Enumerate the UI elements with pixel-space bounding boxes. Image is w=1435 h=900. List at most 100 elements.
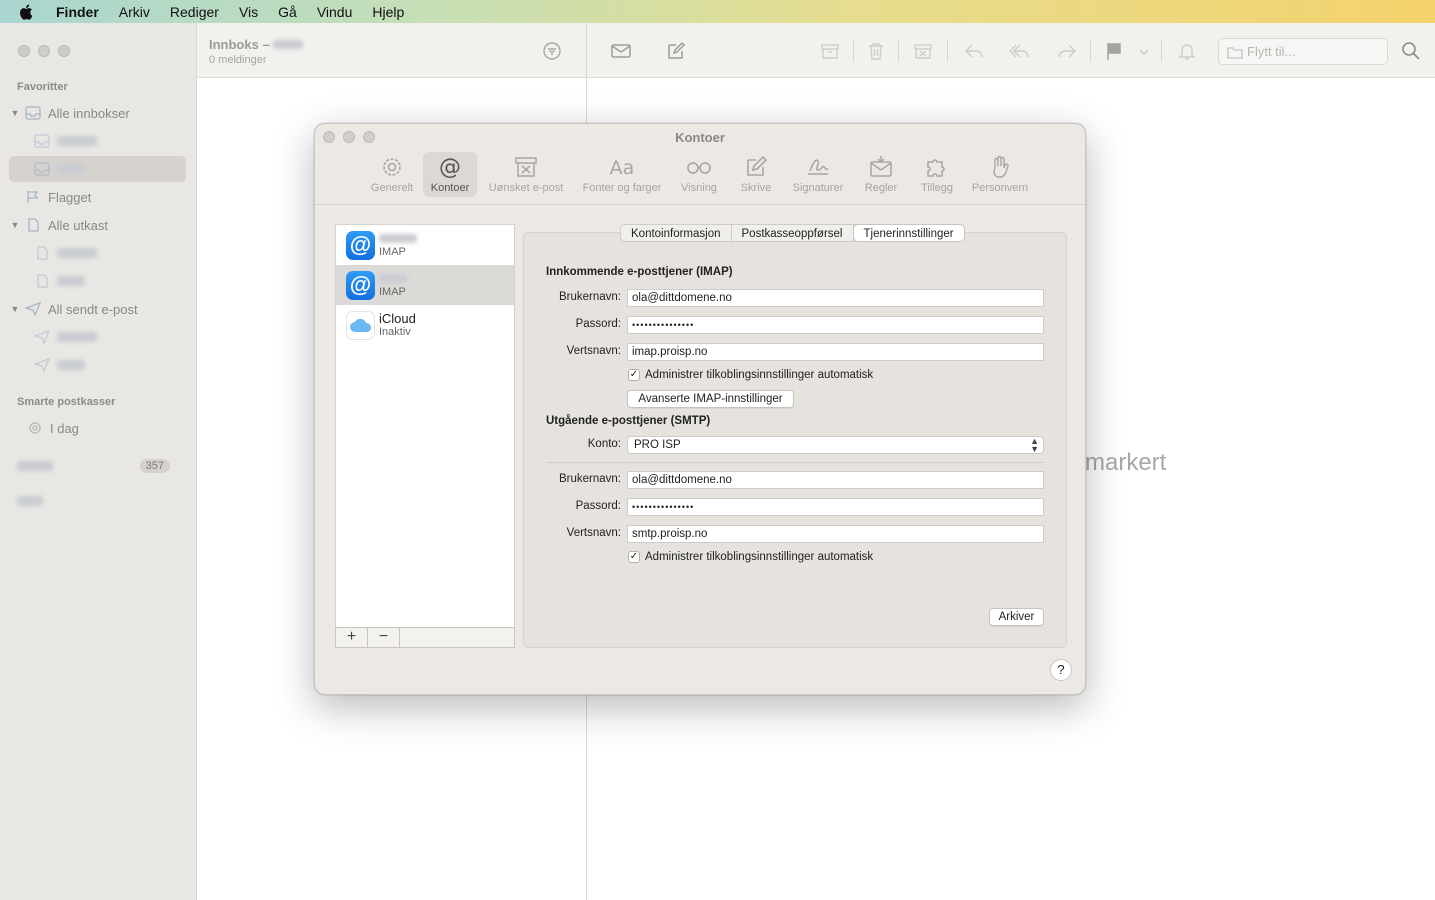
save-button[interactable]: Arkiver [989, 608, 1044, 626]
bell-icon[interactable] [1176, 40, 1198, 62]
advanced-imap-button[interactable]: Avanserte IMAP-innstillinger [627, 390, 794, 408]
chevron-down-icon[interactable]: ▼ [9, 304, 21, 314]
junk-icon [515, 157, 537, 177]
sidebar-item-all-drafts[interactable]: ▼ Alle utkast [9, 212, 186, 238]
sidebar-item-all-inboxes[interactable]: ▼ Alle innbokser [9, 100, 186, 126]
checkmark-icon[interactable]: ✓ [628, 551, 640, 563]
menu-hjelp[interactable]: Hjelp [372, 4, 404, 20]
incoming-host-field[interactable]: imap.proisp.no [627, 343, 1044, 361]
paper-plane-icon [34, 330, 50, 344]
account-type: IMAP [379, 246, 406, 258]
sidebar-item-draft-1[interactable] [9, 240, 186, 266]
forward-icon[interactable] [1056, 40, 1078, 62]
tab-regler[interactable]: Regler [859, 152, 903, 197]
sidebar-item-account-1[interactable]: 357 [9, 453, 186, 479]
sidebar-item-draft-2[interactable] [9, 268, 186, 294]
blurred-account-name [57, 248, 97, 258]
filter-icon[interactable] [542, 41, 562, 61]
outgoing-auto-manage-checkbox[interactable]: ✓ Administrer tilkoblingsinnstillinger a… [628, 551, 873, 563]
sidebar-item-sent-2[interactable] [9, 352, 186, 378]
account-row[interactable]: @ IMAP [336, 225, 514, 265]
toolbar-separator [1090, 40, 1091, 62]
chevron-down-icon[interactable]: ▼ [9, 108, 21, 118]
incoming-password-field[interactable]: ••••••••••••••• [627, 316, 1044, 334]
sidebar-item-label: Alle utkast [48, 217, 108, 233]
sidebar-item-all-sent[interactable]: ▼ All sendt e-post [9, 296, 186, 322]
apple-icon[interactable] [18, 3, 36, 21]
envelope-icon[interactable] [610, 40, 632, 62]
sidebar-item-sent-1[interactable] [9, 324, 186, 350]
tab-uonsket[interactable]: Uønsket e-post [483, 152, 569, 197]
outgoing-host-field[interactable]: smtp.proisp.no [627, 525, 1044, 543]
tab-skrive[interactable]: Skrive [735, 152, 777, 197]
menu-rediger[interactable]: Rediger [170, 4, 219, 20]
inbox-icon [34, 162, 50, 176]
at-icon: @ [439, 155, 461, 180]
incoming-username-field[interactable]: ola@dittdomene.no [627, 289, 1044, 307]
junk-icon[interactable] [912, 40, 934, 62]
reply-all-icon[interactable] [1009, 40, 1031, 62]
menu-finder[interactable]: Finder [56, 4, 99, 20]
account-row-icloud[interactable]: iCloud Inaktiv [336, 305, 514, 345]
tab-generelt[interactable]: Generelt [367, 152, 417, 197]
blurred-account-name [57, 360, 85, 370]
chevron-down-icon[interactable]: ▼ [9, 220, 21, 230]
smtp-account-select[interactable]: PRO ISP ▲ ▼ [627, 436, 1044, 454]
zoom-button[interactable] [58, 45, 70, 57]
tab-fonter-og-farger[interactable]: Aa Fonter og farger [577, 152, 667, 197]
accounts-list: @ IMAP @ IMAP iCloud Inaktiv [335, 224, 515, 628]
sidebar-item-inbox-2[interactable] [9, 156, 186, 182]
flag-icon[interactable] [1103, 40, 1125, 62]
help-button[interactable]: ? [1050, 659, 1072, 681]
account-type: Inaktiv [379, 326, 411, 338]
archive-icon[interactable] [819, 40, 841, 62]
account-row-selected[interactable]: @ IMAP [336, 265, 514, 305]
remove-account-button[interactable]: − [368, 628, 400, 647]
blurred-account-name [17, 496, 43, 506]
incoming-auto-manage-checkbox[interactable]: ✓ Administrer tilkoblingsinnstillinger a… [628, 369, 873, 381]
incoming-auto-manage-label: Administrer tilkoblingsinnstillinger aut… [645, 369, 874, 381]
tab-kontoer[interactable]: @ Kontoer [423, 152, 477, 197]
account-name [379, 271, 407, 286]
search-icon[interactable] [1400, 40, 1422, 62]
sidebar-item-inbox-1[interactable] [9, 128, 186, 154]
hand-icon [993, 155, 1009, 178]
outgoing-username-label: Brukernavn: [558, 473, 621, 485]
tab-personvern[interactable]: Personvern [969, 152, 1031, 197]
tab-tillegg[interactable]: Tillegg [915, 152, 959, 197]
blurred-account-name [57, 136, 97, 146]
tab-postkasseoppforsel[interactable]: Postkasseoppførsel [732, 225, 854, 241]
sidebar-item-account-2[interactable] [9, 488, 186, 514]
tab-label: Visning [681, 182, 717, 194]
sidebar-item-label: All sendt e-post [48, 301, 138, 317]
menu-ga[interactable]: Gå [278, 4, 297, 20]
minimize-button[interactable] [38, 45, 50, 57]
inbox-icon [25, 106, 41, 120]
close-button[interactable] [18, 45, 30, 57]
reply-icon[interactable] [963, 40, 985, 62]
add-account-button[interactable]: + [336, 628, 368, 647]
menu-vis[interactable]: Vis [239, 4, 258, 20]
tab-kontoinformasjon[interactable]: Kontoinformasjon [621, 225, 732, 241]
rules-icon [870, 156, 892, 177]
trash-icon[interactable] [865, 40, 887, 62]
tab-signaturer[interactable]: Signaturer [787, 152, 849, 197]
move-to-field[interactable]: Flytt til... [1218, 38, 1388, 65]
window-controls [18, 45, 70, 57]
sidebar-item-today[interactable]: I dag [9, 415, 186, 441]
incoming-password-label: Passord: [575, 318, 621, 330]
outgoing-username-field[interactable]: ola@dittdomene.no [627, 471, 1044, 489]
dialog-title: Kontoer [675, 130, 725, 145]
menu-vindu[interactable]: Vindu [317, 4, 353, 20]
chevron-down-icon[interactable] [1137, 40, 1151, 62]
fonts-icon: Aa [610, 157, 635, 179]
toolbar-separator [898, 40, 899, 62]
svg-text:Aa: Aa [610, 157, 635, 179]
sidebar-item-flagged[interactable]: Flagget [9, 184, 186, 210]
tab-visning[interactable]: Visning [677, 152, 721, 197]
compose-icon[interactable] [665, 40, 687, 62]
tab-tjenerinnstillinger[interactable]: Tjenerinnstillinger [853, 225, 964, 241]
checkmark-icon[interactable]: ✓ [628, 369, 640, 381]
menu-arkiv[interactable]: Arkiv [119, 4, 150, 20]
outgoing-password-field[interactable]: ••••••••••••••• [627, 498, 1044, 516]
